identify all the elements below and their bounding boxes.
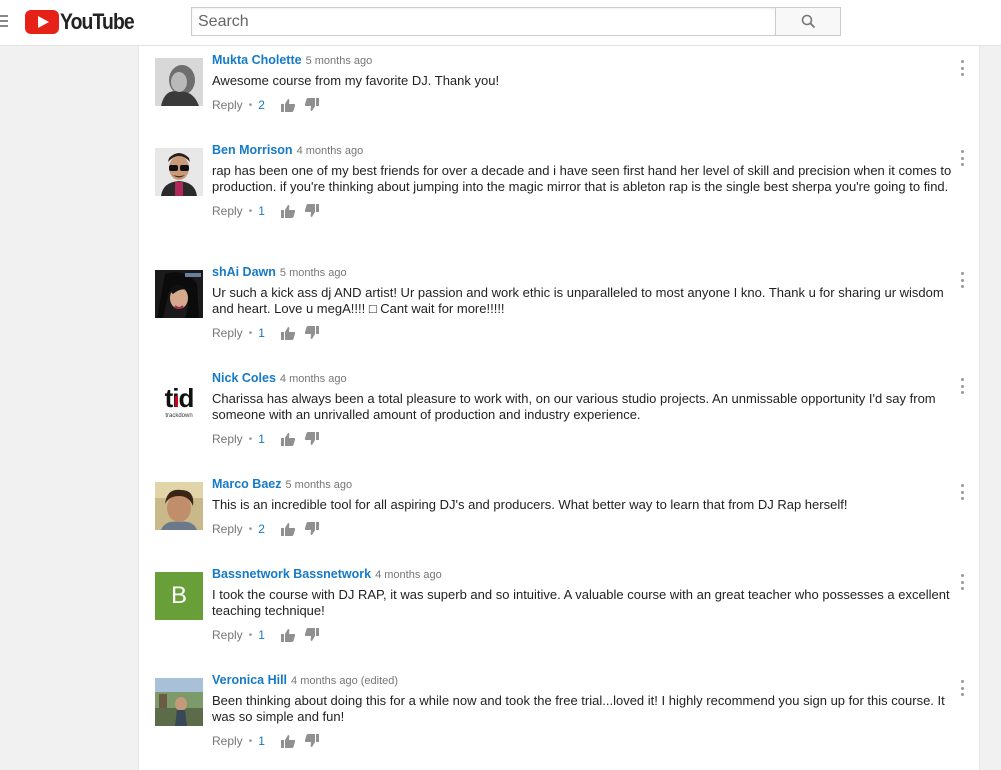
separator-dot: • [248, 99, 253, 111]
comment-menu-icon[interactable] [959, 150, 965, 166]
reply-button[interactable]: Reply [212, 734, 243, 748]
comment-text: I took the course with DJ RAP, it was su… [212, 587, 950, 618]
comment-menu-icon[interactable] [959, 60, 965, 76]
avatar[interactable] [155, 482, 203, 530]
comment-author[interactable]: Veronica Hill [212, 673, 287, 687]
comment-author[interactable]: Marco Baez [212, 477, 281, 491]
logo-text: YouTube [60, 9, 135, 34]
comment-time[interactable]: 4 months ago [280, 373, 347, 385]
comment-menu-icon[interactable] [959, 378, 965, 394]
avatar-logo-text: tid [165, 383, 194, 413]
like-count: 2 [258, 522, 265, 536]
reply-button[interactable]: Reply [212, 432, 243, 446]
thumbs-down-icon[interactable] [304, 326, 320, 340]
like-count: 1 [258, 326, 265, 340]
thumbs-up-icon[interactable] [280, 734, 296, 748]
comment-time[interactable]: 5 months ago [280, 267, 347, 279]
search-bar [191, 7, 841, 36]
thumbs-up-icon[interactable] [280, 432, 296, 446]
avatar[interactable]: tid trackdown [155, 376, 203, 424]
reply-button[interactable]: Reply [212, 204, 243, 218]
avatar[interactable] [155, 58, 203, 106]
thumbs-up-icon[interactable] [280, 326, 296, 340]
avatar[interactable] [155, 148, 203, 196]
like-count: 1 [258, 734, 265, 748]
comment-menu-icon[interactable] [959, 272, 965, 288]
search-input[interactable] [191, 7, 775, 36]
comment-actions: Reply • 2 [212, 97, 952, 113]
thumbs-down-icon[interactable] [304, 98, 320, 112]
comment-time[interactable]: 4 months ago [297, 145, 364, 157]
menu-icon[interactable] [0, 15, 8, 27]
avatar[interactable] [155, 678, 203, 726]
comment-menu-icon[interactable] [959, 680, 965, 696]
comment-actions: Reply • 2 [212, 521, 952, 537]
comment-time[interactable]: 4 months ago (edited) [291, 675, 398, 687]
comment-actions: Reply • 1 [212, 203, 952, 219]
reply-button[interactable]: Reply [212, 628, 243, 642]
comment-author[interactable]: Mukta Cholette [212, 53, 302, 67]
comment-text: Been thinking about doing this for a whi… [212, 693, 945, 724]
comment-author[interactable]: Bassnetwork Bassnetwork [212, 567, 371, 581]
comment-menu-icon[interactable] [959, 574, 965, 590]
like-count: 1 [258, 204, 265, 218]
masthead: YouTube [0, 0, 1001, 46]
separator-dot: • [248, 205, 253, 217]
reply-button[interactable]: Reply [212, 522, 243, 536]
like-count: 1 [258, 432, 265, 446]
avatar-logo-subtext: trackdown [165, 413, 192, 419]
comment-time[interactable]: 4 months ago [375, 569, 442, 581]
thumbs-down-icon[interactable] [304, 628, 320, 642]
comment-time[interactable]: 5 months ago [285, 479, 352, 491]
search-icon [801, 14, 815, 29]
comment-author[interactable]: Nick Coles [212, 371, 276, 385]
comment-text: Charissa has always been a total pleasur… [212, 391, 936, 422]
separator-dot: • [248, 523, 253, 535]
thumbs-down-icon[interactable] [304, 522, 320, 536]
like-count: 2 [258, 98, 265, 112]
reply-button[interactable]: Reply [212, 326, 243, 340]
comments-section: Mukta Cholette 5 months ago Awesome cours… [138, 46, 980, 770]
avatar[interactable]: B [155, 572, 203, 620]
thumbs-up-icon[interactable] [280, 628, 296, 642]
comment-author[interactable]: shAi Dawn [212, 265, 276, 279]
reply-button[interactable]: Reply [212, 98, 243, 112]
comment-text: Ur such a kick ass dj AND artist! Ur pas… [212, 285, 944, 316]
separator-dot: • [248, 433, 253, 445]
thumbs-down-icon[interactable] [304, 432, 320, 446]
like-count: 1 [258, 628, 265, 642]
avatar[interactable] [155, 270, 203, 318]
comment-menu-icon[interactable] [959, 484, 965, 500]
separator-dot: • [248, 327, 253, 339]
comment-actions: Reply • 1 [212, 627, 952, 643]
comment-text: rap has been one of my best friends for … [212, 163, 952, 194]
comment-text: This is an incredible tool for all aspir… [212, 497, 848, 512]
comment-author[interactable]: Ben Morrison [212, 143, 293, 157]
search-button[interactable] [775, 7, 841, 36]
play-icon [25, 10, 59, 34]
comment-text: Awesome course from my favorite DJ. Than… [212, 73, 500, 88]
separator-dot: • [248, 629, 253, 641]
thumbs-down-icon[interactable] [304, 734, 320, 748]
youtube-logo[interactable]: YouTube [25, 9, 144, 35]
thumbs-up-icon[interactable] [280, 204, 296, 218]
comment-time[interactable]: 5 months ago [306, 55, 373, 67]
thumbs-up-icon[interactable] [280, 98, 296, 112]
thumbs-down-icon[interactable] [304, 204, 320, 218]
comment-actions: Reply • 1 [212, 431, 952, 447]
comment-actions: Reply • 1 [212, 325, 952, 341]
comment-actions: Reply • 1 [212, 733, 952, 749]
separator-dot: • [248, 735, 253, 747]
thumbs-up-icon[interactable] [280, 522, 296, 536]
